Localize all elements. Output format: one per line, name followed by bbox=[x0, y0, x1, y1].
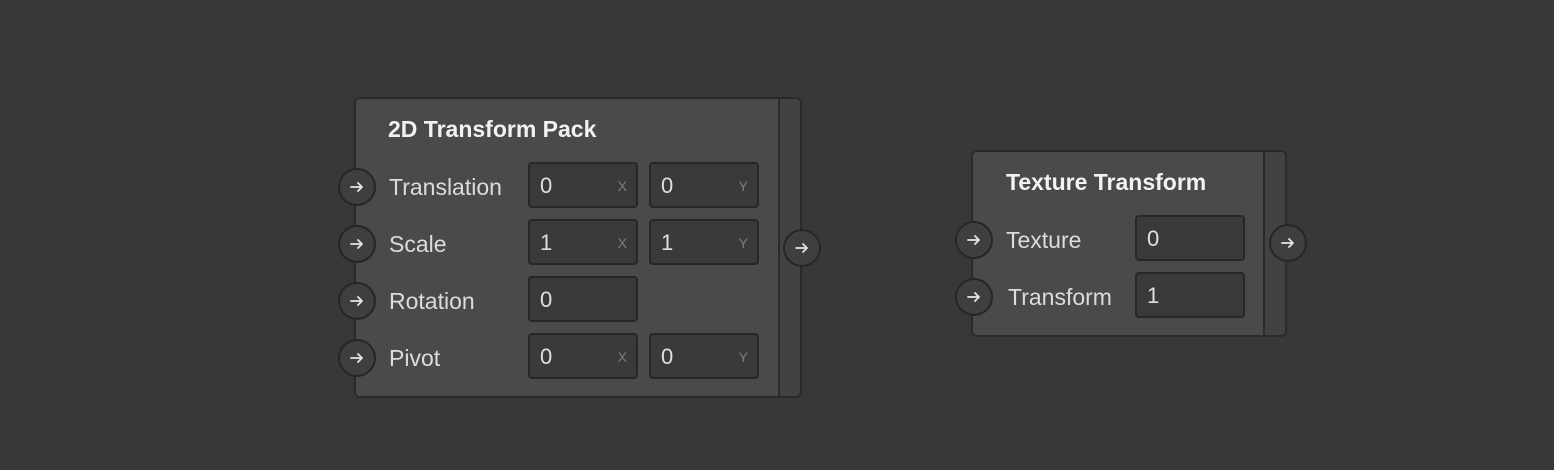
scale-x-field[interactable]: 1 X bbox=[528, 219, 638, 265]
texture-field[interactable]: 0 bbox=[1135, 215, 1245, 261]
arrow-right-icon bbox=[1281, 238, 1294, 248]
input-port-texture[interactable] bbox=[955, 221, 993, 259]
field-value: 1 bbox=[540, 230, 553, 255]
output-port-transform-pack[interactable] bbox=[783, 229, 821, 267]
arrow-right-icon bbox=[967, 235, 980, 245]
node-graph-canvas[interactable]: 2D Transform Pack Translation 0 X 0 Y Sc… bbox=[0, 0, 1554, 470]
field-value: 1 bbox=[1147, 283, 1160, 308]
axis-label-x: X bbox=[617, 178, 627, 194]
field-value: 0 bbox=[661, 344, 674, 369]
arrow-right-icon bbox=[350, 296, 363, 306]
field-value: 0 bbox=[540, 287, 553, 312]
input-port-scale[interactable] bbox=[338, 225, 376, 263]
arrow-right-icon bbox=[967, 292, 980, 302]
axis-label-x: X bbox=[617, 235, 627, 251]
transform-field[interactable]: 1 bbox=[1135, 272, 1245, 318]
node-title: 2D Transform Pack bbox=[388, 116, 597, 142]
param-label-transform: Transform bbox=[1008, 284, 1112, 310]
arrow-right-icon bbox=[795, 243, 808, 253]
input-port-translation[interactable] bbox=[338, 168, 376, 206]
arrow-right-icon bbox=[350, 353, 363, 363]
input-port-pivot[interactable] bbox=[338, 339, 376, 377]
param-label-texture: Texture bbox=[1006, 227, 1082, 253]
param-label-translation: Translation bbox=[389, 174, 502, 200]
field-value: 0 bbox=[540, 344, 553, 369]
axis-label-y: Y bbox=[738, 235, 748, 251]
field-value: 1 bbox=[661, 230, 674, 255]
param-label-scale: Scale bbox=[389, 231, 447, 257]
scale-y-field[interactable]: 1 Y bbox=[649, 219, 759, 265]
field-value: 0 bbox=[1147, 226, 1160, 251]
pivot-y-field[interactable]: 0 Y bbox=[649, 333, 759, 379]
pivot-x-field[interactable]: 0 X bbox=[528, 333, 638, 379]
translation-x-field[interactable]: 0 X bbox=[528, 162, 638, 208]
field-value: 0 bbox=[540, 173, 553, 198]
output-port-texture-transform[interactable] bbox=[1269, 224, 1307, 262]
param-label-pivot: Pivot bbox=[389, 345, 441, 371]
param-label-rotation: Rotation bbox=[389, 288, 475, 314]
translation-y-field[interactable]: 0 Y bbox=[649, 162, 759, 208]
input-port-transform[interactable] bbox=[955, 278, 993, 316]
axis-label-x: X bbox=[617, 349, 627, 365]
input-port-rotation[interactable] bbox=[338, 282, 376, 320]
field-value: 0 bbox=[661, 173, 674, 198]
rotation-field[interactable]: 0 bbox=[528, 276, 638, 322]
axis-label-y: Y bbox=[738, 349, 748, 365]
arrow-right-icon bbox=[350, 182, 363, 192]
axis-label-y: Y bbox=[738, 178, 748, 194]
node-title: Texture Transform bbox=[1006, 169, 1207, 195]
arrow-right-icon bbox=[350, 239, 363, 249]
